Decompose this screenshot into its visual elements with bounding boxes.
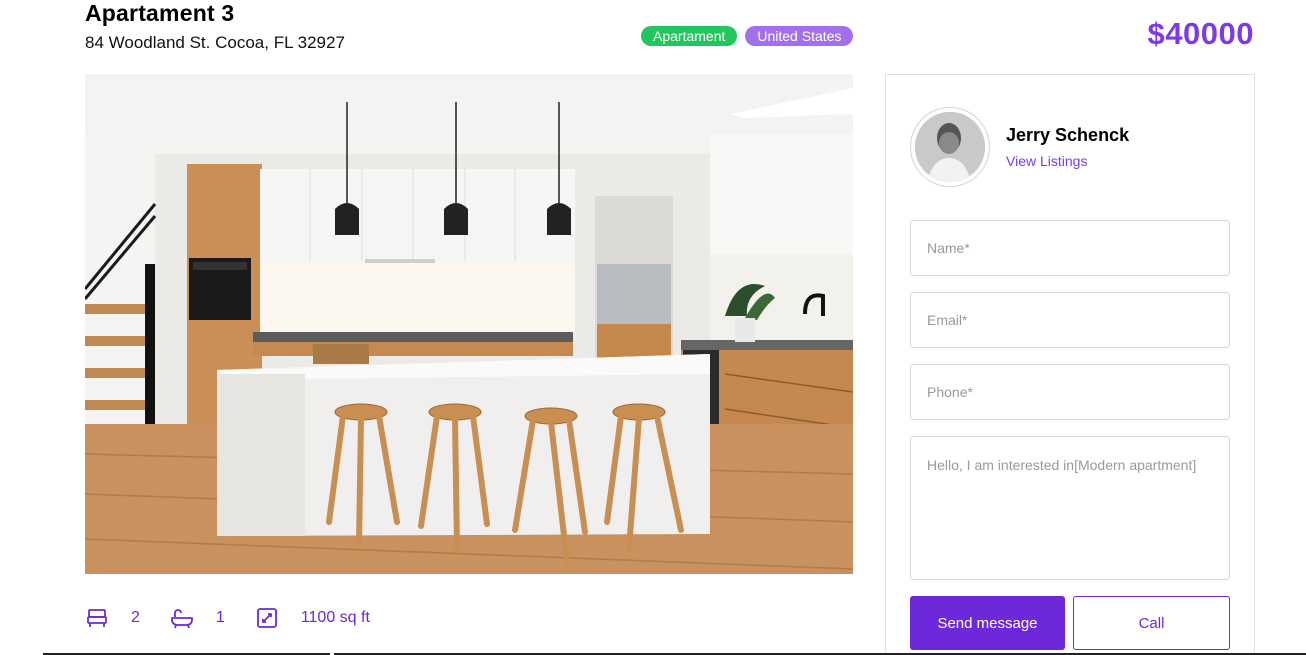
agent-avatar xyxy=(910,107,990,187)
email-field[interactable] xyxy=(910,292,1230,348)
listing-title: Apartament 3 xyxy=(85,0,235,26)
listing-price: $40000 xyxy=(1147,16,1254,51)
bedrooms-count: 2 xyxy=(131,609,140,626)
message-field[interactable]: Hello, I am interested in[Modern apartme… xyxy=(910,436,1230,580)
bathrooms-count: 1 xyxy=(215,609,225,626)
call-button[interactable]: Call xyxy=(1073,596,1230,650)
listing-features: 2 1 1100 sq ft xyxy=(85,606,400,630)
listing-address: 84 Woodland St. Cocoa, FL 32927 xyxy=(85,33,345,52)
listing-photo[interactable] xyxy=(85,74,853,574)
send-message-button[interactable]: Send message xyxy=(910,596,1065,650)
kitchen-photo xyxy=(85,74,853,574)
phone-field[interactable] xyxy=(910,364,1230,420)
tag-property-type[interactable]: Apartament xyxy=(641,26,738,46)
view-listings-link[interactable]: View Listings xyxy=(1006,153,1087,169)
name-field[interactable] xyxy=(910,220,1230,276)
agent-name: Jerry Schenck xyxy=(1006,125,1130,145)
listing-tags: Apartament United States xyxy=(641,26,854,46)
tag-country[interactable]: United States xyxy=(745,26,854,46)
contact-card: Jerry Schenck View Listings Hello, I am … xyxy=(885,74,1255,655)
bed-icon xyxy=(85,606,109,630)
area-value: 1100 sq ft xyxy=(300,609,370,626)
area-icon xyxy=(255,606,279,630)
bathtub-icon xyxy=(170,606,194,630)
